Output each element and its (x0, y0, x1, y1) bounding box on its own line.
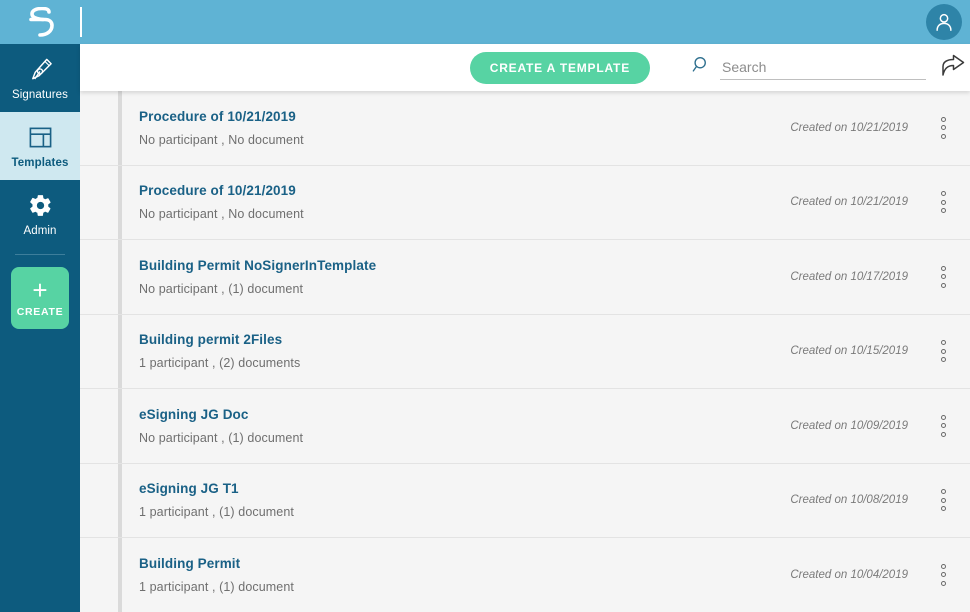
row-gutter (80, 91, 122, 165)
sidebar-item-label: Admin (23, 225, 56, 237)
row-text-block: Building Permit 1 participant , (1) docu… (139, 556, 294, 594)
plus-icon: + (32, 279, 47, 301)
row-menu-button[interactable] (916, 538, 970, 612)
row-text-block: Building permit 2Files 1 participant , (… (139, 332, 300, 370)
row-content: Building Permit NoSignerInTemplate No pa… (122, 240, 916, 314)
search-box[interactable] (692, 55, 926, 80)
templates-list: Procedure of 10/21/2019 No participant ,… (80, 91, 970, 612)
table-row[interactable]: Building Permit NoSignerInTemplate No pa… (80, 240, 970, 315)
share-arrow-icon (940, 54, 966, 81)
sidebar-item-templates[interactable]: Templates (0, 112, 80, 180)
kebab-menu-icon (941, 117, 946, 139)
table-row[interactable]: eSigning JG Doc No participant , (1) doc… (80, 389, 970, 464)
row-title[interactable]: Procedure of 10/21/2019 (139, 183, 304, 198)
share-button[interactable] (940, 54, 966, 81)
row-menu-button[interactable] (916, 166, 970, 240)
row-content: Procedure of 10/21/2019 No participant ,… (122, 166, 916, 240)
row-date: Created on 10/08/2019 (790, 494, 916, 506)
row-content: eSigning JG Doc No participant , (1) doc… (122, 389, 916, 463)
row-date: Created on 10/09/2019 (790, 420, 916, 432)
table-row[interactable]: Building Permit 1 participant , (1) docu… (80, 538, 970, 612)
kebab-menu-icon (941, 489, 946, 511)
row-content: eSigning JG T1 1 participant , (1) docum… (122, 464, 916, 538)
sidebar-item-signatures[interactable]: Signatures (0, 44, 80, 112)
row-subtitle: No participant , No document (139, 133, 304, 147)
pen-nib-icon (27, 56, 54, 84)
kebab-menu-icon (941, 191, 946, 213)
search-input[interactable] (720, 55, 926, 80)
row-content: Building permit 2Files 1 participant , (… (122, 315, 916, 389)
row-title[interactable]: Building permit 2Files (139, 332, 300, 347)
app-logo[interactable] (0, 0, 80, 44)
avatar[interactable] (926, 4, 962, 40)
row-gutter (80, 464, 122, 538)
table-row[interactable]: Procedure of 10/21/2019 No participant ,… (80, 166, 970, 241)
row-text-block: Procedure of 10/21/2019 No participant ,… (139, 183, 304, 221)
table-row[interactable]: Procedure of 10/21/2019 No participant ,… (80, 91, 970, 166)
row-text-block: Building Permit NoSignerInTemplate No pa… (139, 258, 376, 296)
row-gutter (80, 166, 122, 240)
kebab-menu-icon (941, 340, 946, 362)
row-title[interactable]: eSigning JG T1 (139, 481, 294, 496)
top-header-bar (0, 0, 970, 44)
kebab-menu-icon (941, 266, 946, 288)
row-subtitle: 1 participant , (1) document (139, 580, 294, 594)
row-menu-button[interactable] (916, 315, 970, 389)
row-gutter (80, 389, 122, 463)
row-date: Created on 10/17/2019 (790, 271, 916, 283)
row-text-block: eSigning JG T1 1 participant , (1) docum… (139, 481, 294, 519)
signature-s-logo-icon (23, 7, 57, 37)
create-a-template-button[interactable]: CREATE A TEMPLATE (470, 52, 650, 84)
row-subtitle: No participant , (1) document (139, 282, 376, 296)
row-content: Building Permit 1 participant , (1) docu… (122, 538, 916, 612)
row-date: Created on 10/21/2019 (790, 196, 916, 208)
kebab-menu-icon (941, 564, 946, 586)
row-date: Created on 10/15/2019 (790, 345, 916, 357)
toolbar: CREATE A TEMPLATE (80, 44, 970, 91)
row-title[interactable]: Building Permit NoSignerInTemplate (139, 258, 376, 273)
header-divider (80, 7, 82, 37)
row-subtitle: 1 participant , (1) document (139, 505, 294, 519)
row-date: Created on 10/04/2019 (790, 569, 916, 581)
table-row[interactable]: Building permit 2Files 1 participant , (… (80, 315, 970, 390)
row-text-block: Procedure of 10/21/2019 No participant ,… (139, 109, 304, 147)
kebab-menu-icon (941, 415, 946, 437)
row-menu-button[interactable] (916, 464, 970, 538)
sidebar-item-label: Templates (12, 157, 69, 169)
row-subtitle: No participant , (1) document (139, 431, 303, 445)
create-button[interactable]: + CREATE (11, 267, 69, 329)
row-text-block: eSigning JG Doc No participant , (1) doc… (139, 407, 303, 445)
row-subtitle: No participant , No document (139, 207, 304, 221)
row-gutter (80, 538, 122, 612)
template-layout-icon (28, 124, 53, 152)
row-content: Procedure of 10/21/2019 No participant ,… (122, 91, 916, 165)
row-title[interactable]: Building Permit (139, 556, 294, 571)
gear-icon (28, 192, 53, 220)
table-row[interactable]: eSigning JG T1 1 participant , (1) docum… (80, 464, 970, 539)
create-button-label: CREATE (17, 306, 64, 318)
row-date: Created on 10/21/2019 (790, 122, 916, 134)
user-avatar-icon (933, 11, 955, 33)
sidebar-divider (15, 254, 65, 255)
row-title[interactable]: Procedure of 10/21/2019 (139, 109, 304, 124)
row-gutter (80, 240, 122, 314)
row-title[interactable]: eSigning JG Doc (139, 407, 303, 422)
row-menu-button[interactable] (916, 240, 970, 314)
sidebar: Signatures Templates Admin + (0, 44, 80, 612)
search-icon (692, 55, 712, 80)
sidebar-item-admin[interactable]: Admin (0, 180, 80, 248)
row-subtitle: 1 participant , (2) documents (139, 356, 300, 370)
sidebar-item-label: Signatures (12, 89, 68, 101)
row-gutter (80, 315, 122, 389)
app-root: Signatures Templates Admin + (0, 0, 970, 612)
row-menu-button[interactable] (916, 389, 970, 463)
row-menu-button[interactable] (916, 91, 970, 165)
